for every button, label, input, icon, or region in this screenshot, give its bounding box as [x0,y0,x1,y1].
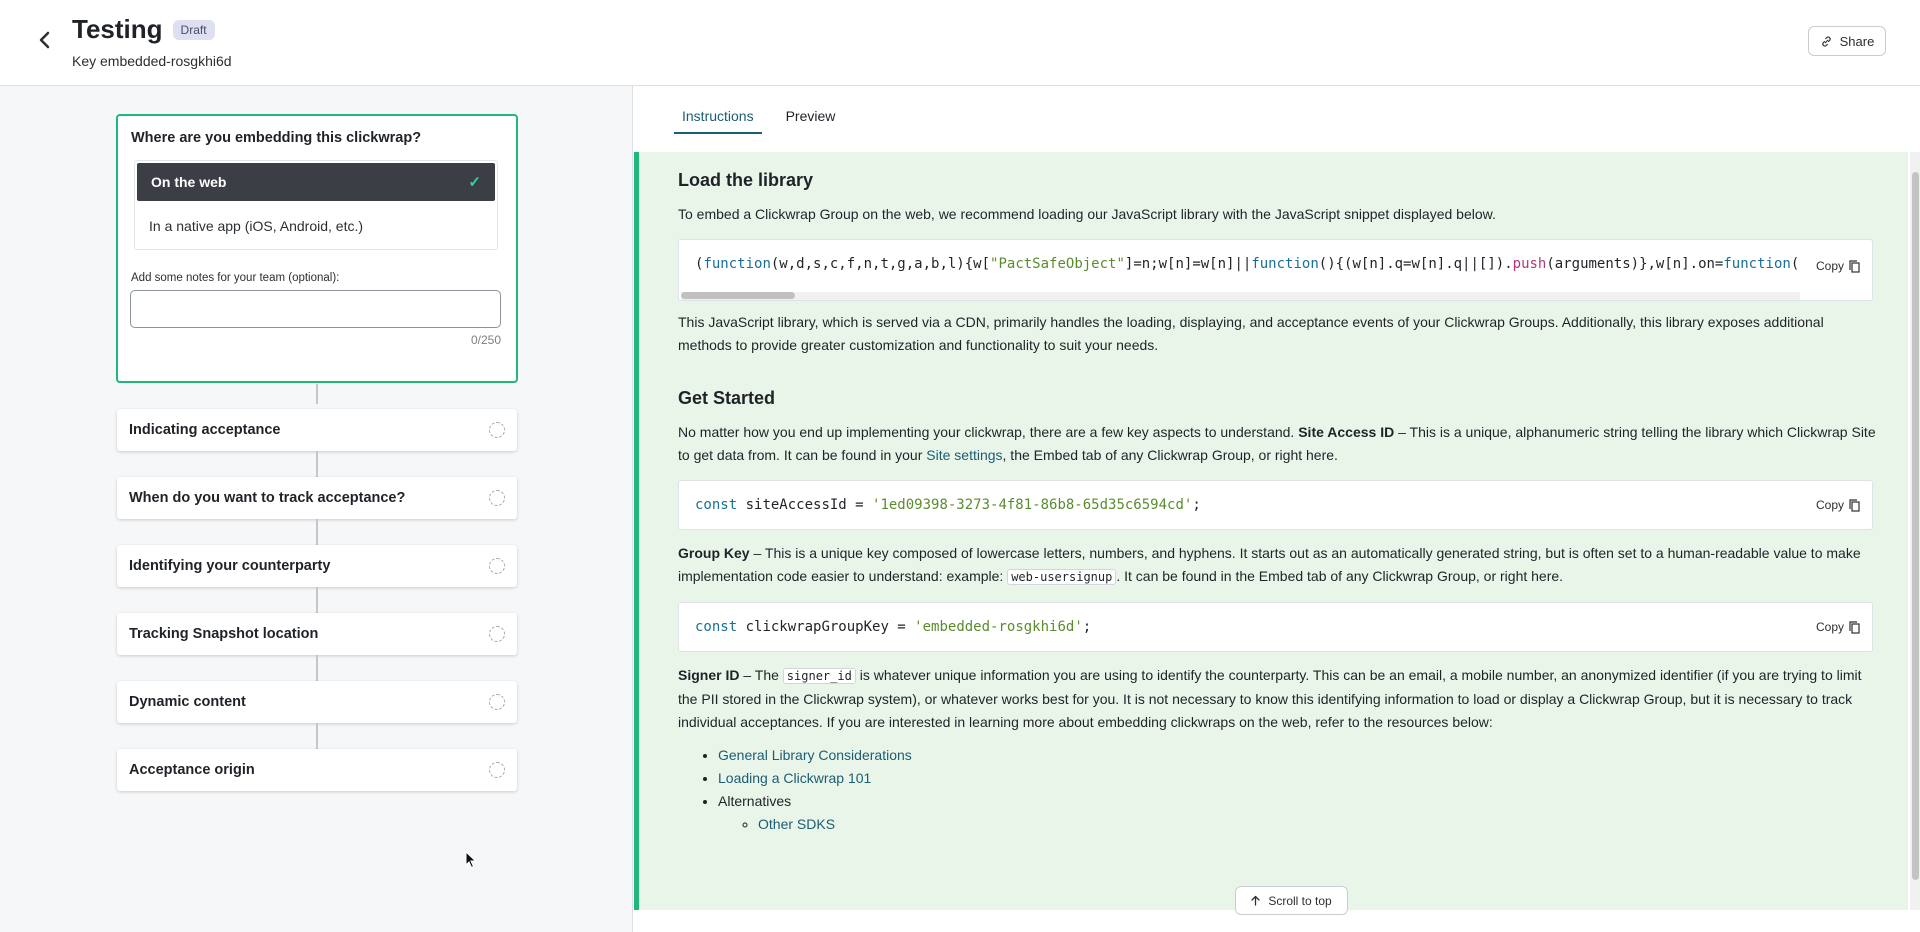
chevron-left-icon [39,31,50,49]
group-key-example: web-usersignup [1007,569,1117,585]
incomplete-status-icon [489,422,505,438]
site-settings-link[interactable]: Site settings [926,447,1002,463]
incomplete-status-icon [489,694,505,710]
step-connector [316,587,318,613]
copy-icon [1849,620,1860,634]
embedding-location-card: Where are you embedding this clickwrap? … [116,114,518,383]
snippet-scroll-thumb[interactable] [681,292,795,299]
link-icon [1821,35,1831,47]
step-label: When do you want to track acceptance? [129,490,406,506]
step-label: Tracking Snapshot location [129,626,319,642]
option-label: In a native app (iOS, Android, etc.) [149,218,364,234]
list-item: General Library Considerations [718,744,1908,767]
group-key-subtitle: Key embedded-rosgkhi6d [72,53,232,69]
step-indicating-acceptance[interactable]: Indicating acceptance [117,409,517,451]
list-item: Alternatives Other SDKS [718,790,1908,836]
tab-instructions[interactable]: Instructions [674,100,762,134]
signer-id-paragraph: Signer ID – The signer_id is whatever un… [678,667,1862,730]
tab-preview[interactable]: Preview [778,100,844,134]
back-button[interactable] [32,26,56,54]
scroll-to-top-button[interactable]: Scroll to top [1235,886,1348,915]
incomplete-status-icon [489,558,505,574]
group-key-term: Group Key [678,545,750,561]
library-snippet-box: (function(w,d,s,c,f,n,t,g,a,b,l){w["Pact… [678,239,1873,301]
step-connector [316,384,318,404]
step-connector [316,655,318,681]
notes-character-counter: 0/250 [470,333,501,347]
notes-label: Add some notes for your team (optional): [131,272,340,284]
step-track-acceptance-timing[interactable]: When do you want to track acceptance? [117,477,517,519]
copy-icon [1849,259,1860,273]
step-connector [316,723,318,749]
copy-label: Copy [1815,259,1844,273]
copy-label: Copy [1815,498,1844,512]
tab-bar: Instructions Preview [674,100,843,134]
status-badge: Draft [172,19,215,40]
resources-list: General Library Considerations Loading a… [718,744,1908,836]
title-block: Testing Draft Key embedded-rosgkhi6d [72,14,232,69]
copy-label: Copy [1815,620,1844,634]
option-label: On the web [151,174,227,190]
notes-input[interactable] [130,290,501,328]
incomplete-status-icon [489,762,505,778]
step-dynamic-content[interactable]: Dynamic content [117,681,517,723]
step-connector [316,451,318,477]
signer-id-code: signer_id [782,668,856,684]
step-snapshot-location[interactable]: Tracking Snapshot location [117,613,517,655]
step-label: Identifying your counterparty [129,558,331,574]
scroll-to-top-label: Scroll to top [1268,893,1332,908]
list-item: Other SDKS [758,813,1908,836]
library-description: This JavaScript library, which is served… [678,314,1824,353]
other-sdks-link[interactable]: Other SDKS [758,816,835,832]
option-on-the-web[interactable]: On the web ✓ [137,163,495,201]
loading-clickwrap-link[interactable]: Loading a Clickwrap 101 [718,770,871,786]
step-acceptance-origin[interactable]: Acceptance origin [117,749,517,791]
group-key-paragraph: Group Key – This is a unique key compose… [678,545,1861,585]
step-label: Acceptance origin [129,762,255,778]
option-native-app[interactable]: In a native app (iOS, Android, etc.) [135,203,497,249]
arrow-up-icon [1251,895,1260,906]
page-title: Testing [72,14,163,44]
instructions-panel: Instructions Preview Load the library To… [634,86,1920,932]
share-label: Share [1839,33,1875,49]
site-access-term: Site Access ID [1298,424,1395,440]
share-button[interactable]: Share [1808,26,1886,56]
site-access-paragraph: No matter how you end up implementing yo… [678,424,1876,463]
copy-icon [1849,498,1860,512]
group-key-code: const clickwrapGroupKey = 'embedded-rosg… [695,619,1092,635]
load-library-intro: To embed a Clickwrap Group on the web, w… [678,206,1496,222]
step-connector [316,519,318,545]
load-library-heading: Load the library [678,170,814,190]
checkmark-icon: ✓ [468,174,481,191]
list-item: Loading a Clickwrap 101 [718,767,1908,790]
signer-id-term: Signer ID [678,667,740,683]
step-label: Dynamic content [129,694,246,710]
embedding-question: Where are you embedding this clickwrap? [131,130,422,146]
mouse-pointer-icon [465,851,477,869]
instructions-content: Load the library To embed a Clickwrap Gr… [634,152,1908,910]
step-identifying-counterparty[interactable]: Identifying your counterparty [117,545,517,587]
library-snippet-code: (function(w,d,s,c,f,n,t,g,a,b,l){w["Pact… [695,256,1799,272]
copy-snippet-button[interactable]: Copy [1809,259,1860,273]
step-label: Indicating acceptance [129,422,281,438]
copy-group-key-button[interactable]: Copy [1809,620,1860,634]
site-access-code: const siteAccessId = '1ed09398-3273-4f81… [695,497,1201,513]
setup-panel: Where are you embedding this clickwrap? … [0,86,633,932]
incomplete-status-icon [489,490,505,506]
incomplete-status-icon [489,626,505,642]
get-started-heading: Get Started [678,388,776,408]
embedding-options: On the web ✓ In a native app (iOS, Andro… [134,160,498,250]
group-key-code-box: const clickwrapGroupKey = 'embedded-rosg… [678,602,1873,652]
copy-site-access-button[interactable]: Copy [1809,498,1860,512]
content-scroll-thumb[interactable] [1912,172,1919,880]
snippet-horizontal-scrollbar[interactable] [681,292,1800,300]
page-header: Testing Draft Key embedded-rosgkhi6d Sha… [0,0,1920,86]
site-access-code-box: const siteAccessId = '1ed09398-3273-4f81… [678,480,1873,530]
general-library-link[interactable]: General Library Considerations [718,747,912,763]
alternatives-label: Alternatives [718,793,792,809]
